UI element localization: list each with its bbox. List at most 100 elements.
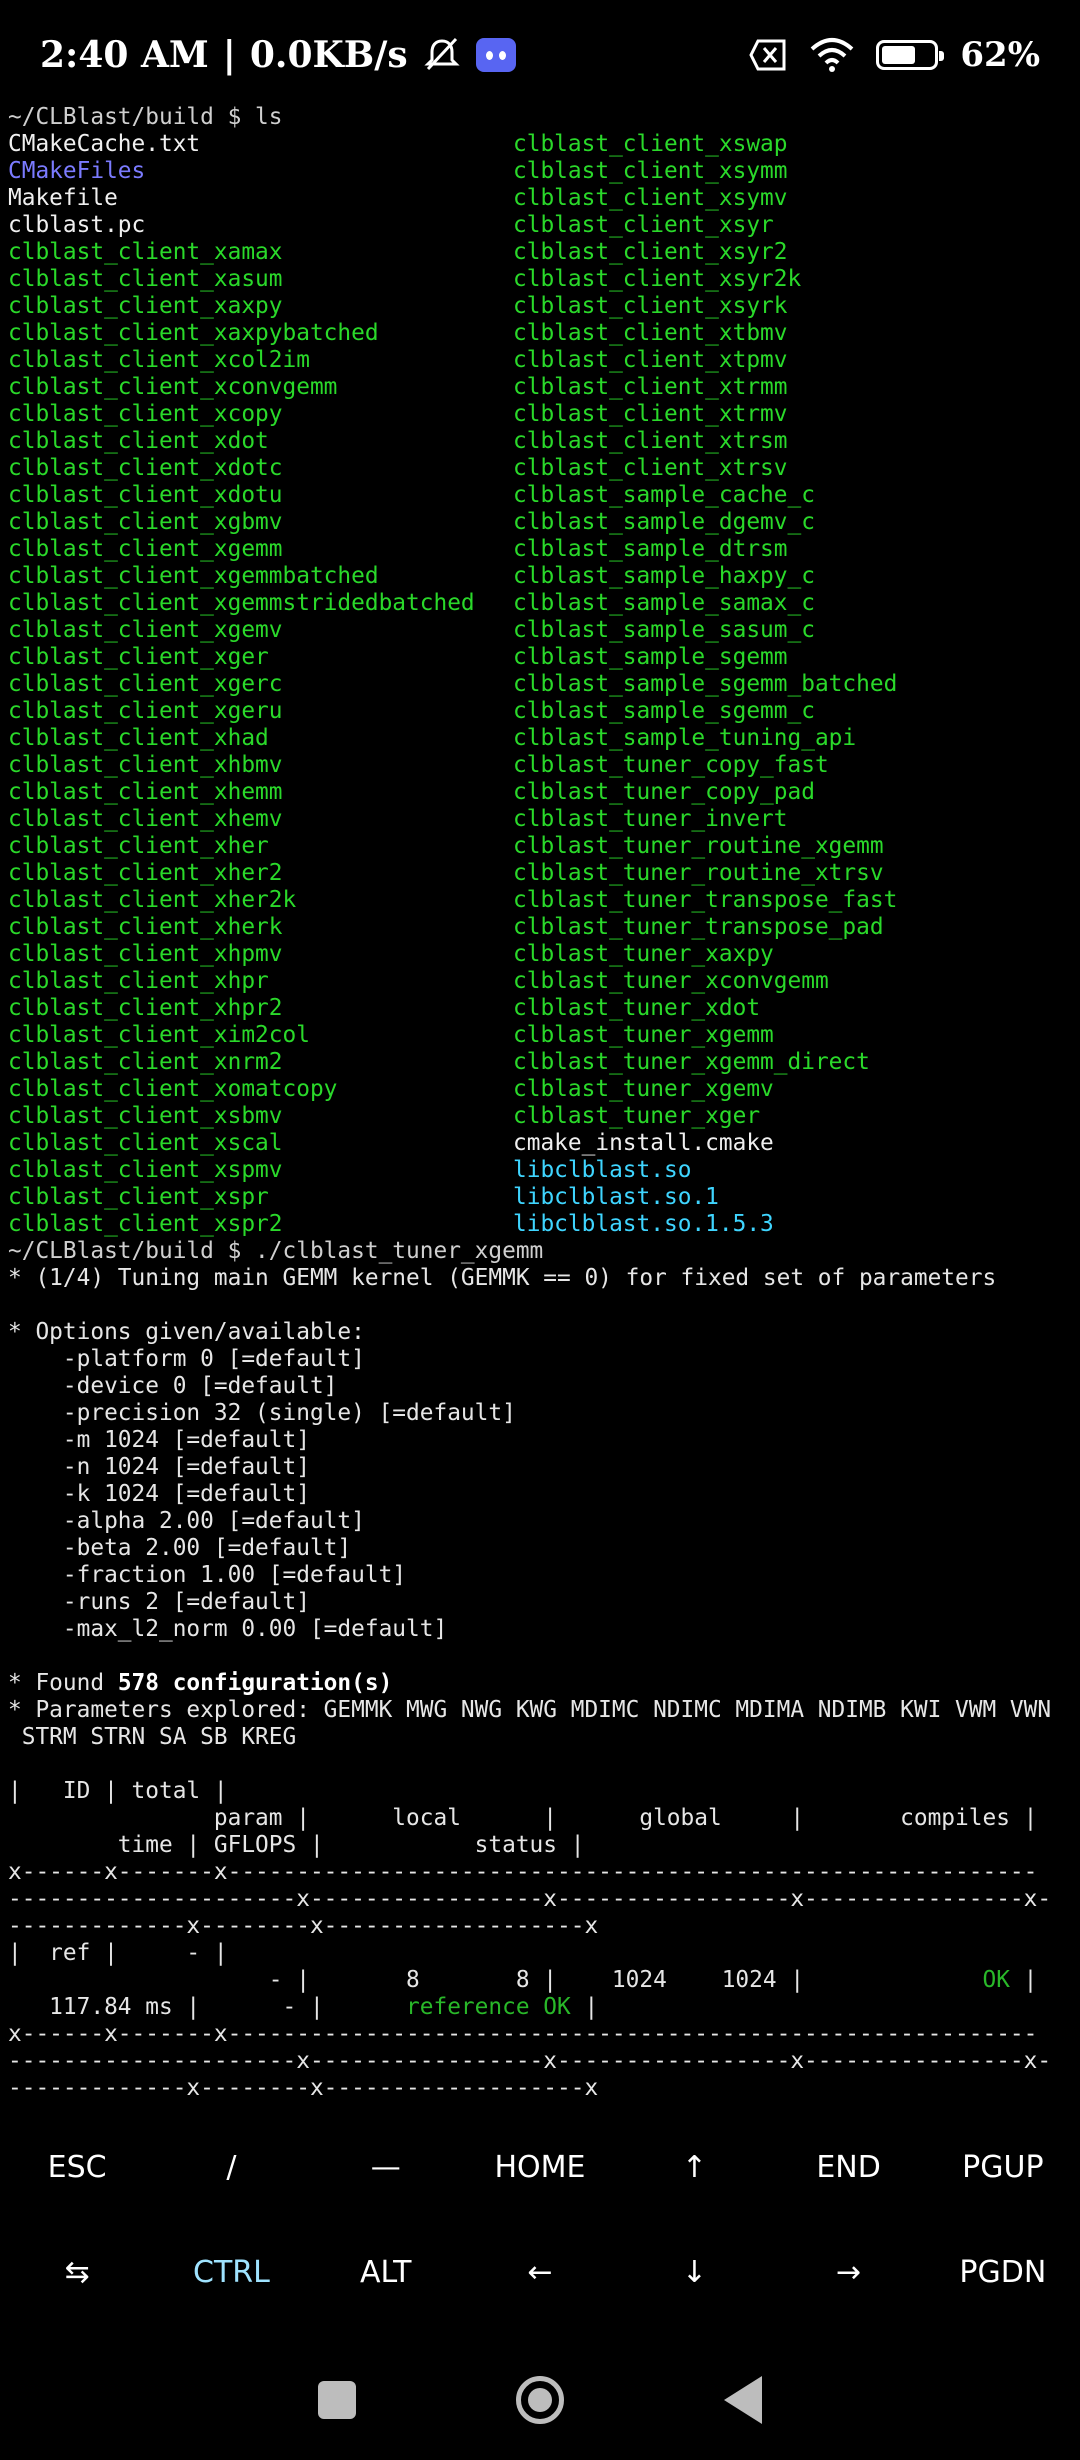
table-separator: x------x-------x------------------------…: [8, 1859, 1038, 1885]
file-entry: clblast_sample_sgemm: [513, 644, 788, 670]
file-entry: clblast_client_xhemm: [8, 779, 283, 805]
file-entry: clblast_client_xgemm: [8, 536, 283, 562]
file-entry: clblast_tuner_xgemm_direct: [513, 1049, 870, 1075]
table-separator: ---------------------x-----------------x…: [8, 2048, 1052, 2074]
wifi-icon: [811, 38, 854, 72]
file-entry: clblast_tuner_xgemm: [513, 1022, 774, 1048]
key-ctrl[interactable]: CTRL: [154, 2255, 308, 2290]
file-entry: clblast_tuner_copy_fast: [513, 752, 829, 778]
table-cell: - | 8 8 | 1024 1024 |: [8, 1967, 983, 1993]
file-entry: clblast_client_xsyr: [513, 212, 774, 238]
file-entry: libclblast.so.1: [513, 1184, 719, 1210]
found-count: 578 configuration(s): [117, 1670, 393, 1696]
file-entry: clblast_tuner_xger: [513, 1103, 761, 1129]
file-entry: libclblast.so: [513, 1157, 692, 1183]
file-entry: clblast_client_xger: [8, 644, 269, 670]
file-entry: clblast_client_xdot: [8, 428, 269, 454]
file-entry: clblast_client_xhpr2: [8, 995, 283, 1021]
prompt-line: ~/CLBlast/build $ ls: [8, 104, 283, 130]
key-pgup[interactable]: PGUP: [926, 2150, 1080, 2185]
file-entry: clblast_client_xsyr2: [513, 239, 788, 265]
key-esc[interactable]: ESC: [0, 2150, 154, 2185]
battery-icon: [876, 40, 945, 70]
file-entry: clblast_client_xgbmv: [8, 509, 283, 535]
discord-icon: [475, 38, 516, 72]
found-line: * Found 578 configuration(s): [8, 1670, 1080, 1697]
option-line: -precision 32 (single) [=default]: [8, 1400, 516, 1426]
key-slash[interactable]: /: [154, 2150, 308, 2185]
file-entry: clblast_client_xsymv: [513, 185, 788, 211]
file-entry: clblast_client_xhbmv: [8, 752, 283, 778]
file-entry: clblast_client_xgemmstridedbatched: [8, 590, 475, 616]
bell-muted-icon: [424, 37, 460, 71]
file-entry: Makefile: [8, 185, 118, 211]
file-entry: clblast_sample_haxpy_c: [513, 563, 815, 589]
option-line: -n 1024 [=default]: [8, 1454, 310, 1480]
terminal-output[interactable]: ~/CLBlast/build $ ls CMakeCache.txt clbla…: [0, 104, 1080, 2104]
file-entry: clblast_client_xtrsv: [513, 455, 788, 481]
file-entry: clblast_client_xtbmv: [513, 320, 788, 346]
table-separator: x------x-------x------------------------…: [8, 2021, 1038, 2047]
table-row: | ref | - |: [8, 1940, 228, 1966]
ls-listing: CMakeCache.txt clblast_client_xswap CMakeF…: [8, 131, 1080, 1238]
file-entry: clblast_client_xomatcopy: [8, 1076, 338, 1102]
status-bar: 2:40 AM | 0.0KB/s 62%: [0, 0, 1080, 110]
table-separator: -------------x--------x-----------------…: [8, 1913, 599, 1939]
key-end[interactable]: END: [771, 2150, 925, 2185]
table-header: time | GFLOPS | status |: [8, 1832, 585, 1858]
file-entry: clblast_client_xspr: [8, 1184, 269, 1210]
file-entry: clblast_client_xgemmbatched: [8, 563, 379, 589]
file-entry: clblast_client_xher: [8, 833, 269, 859]
file-entry: clblast_sample_cache_c: [513, 482, 815, 508]
file-entry: clblast_client_xspmv: [8, 1157, 283, 1183]
key-left[interactable]: ←: [463, 2255, 617, 2290]
home-button[interactable]: [516, 2376, 564, 2424]
network-speed: 0.0KB/s: [249, 34, 408, 76]
file-entry: clblast_client_xcol2im: [8, 347, 310, 373]
file-entry: cmake_install.cmake: [513, 1130, 774, 1156]
key-alt[interactable]: ALT: [309, 2255, 463, 2290]
file-entry: clblast_sample_sgemm_batched: [513, 671, 898, 697]
file-entry: clblast_sample_sasum_c: [513, 617, 815, 643]
file-entry: clblast_tuner_routine_xtrsv: [513, 860, 884, 886]
table-separator: -------------x--------x-----------------…: [8, 2075, 599, 2101]
params-line: * Parameters explored: GEMMK MWG NWG KWG…: [8, 1697, 1052, 1723]
file-entry: clblast_client_xtrmv: [513, 401, 788, 427]
table-cell: |: [570, 1994, 599, 2020]
key-up[interactable]: ↑: [617, 2150, 771, 2185]
key-pgdn[interactable]: PGDN: [926, 2255, 1080, 2290]
file-entry: clblast_tuner_xdot: [513, 995, 761, 1021]
file-entry: clblast_client_xnrm2: [8, 1049, 283, 1075]
file-entry: clblast_client_xdotu: [8, 482, 283, 508]
table-separator: ---------------------x-----------------x…: [8, 1886, 1052, 1912]
file-entry: clblast_client_xher2k: [8, 887, 297, 913]
key-right[interactable]: →: [771, 2255, 925, 2290]
key-dash[interactable]: —: [309, 2150, 463, 2185]
option-line: -alpha 2.00 [=default]: [8, 1508, 365, 1534]
tuning-status: * (1/4) Tuning main GEMM kernel (GEMMK =…: [8, 1265, 997, 1291]
option-line: -k 1024 [=default]: [8, 1481, 310, 1507]
file-entry: clblast_client_xsyrk: [513, 293, 788, 319]
extra-keys-row-2: ⇆ CTRL ALT ← ↓ → PGDN: [0, 2255, 1080, 2290]
file-entry: clblast_client_xhpmv: [8, 941, 283, 967]
options-header: * Options given/available:: [8, 1319, 365, 1345]
file-entry: CMakeCache.txt: [8, 131, 201, 157]
option-line: -runs 2 [=default]: [8, 1589, 310, 1615]
file-entry: clblast_client_xasum: [8, 266, 283, 292]
file-entry: clblast_client_xdotc: [8, 455, 283, 481]
key-home[interactable]: HOME: [463, 2150, 617, 2185]
option-line: -fraction 1.00 [=default]: [8, 1562, 407, 1588]
key-down[interactable]: ↓: [617, 2255, 771, 2290]
recents-button[interactable]: [318, 2381, 356, 2419]
battery-percent: 62%: [960, 35, 1040, 75]
option-line: -device 0 [=default]: [8, 1373, 338, 1399]
file-entry: clblast_tuner_invert: [513, 806, 788, 832]
compile-status: OK: [982, 1967, 1010, 1993]
file-entry: clblast_client_xscal: [8, 1130, 283, 1156]
back-button[interactable]: [724, 2376, 762, 2424]
option-line: -max_l2_norm 0.00 [=default]: [8, 1616, 448, 1642]
key-tab[interactable]: ⇆: [0, 2255, 154, 2290]
found-prefix: * Found: [8, 1670, 118, 1696]
